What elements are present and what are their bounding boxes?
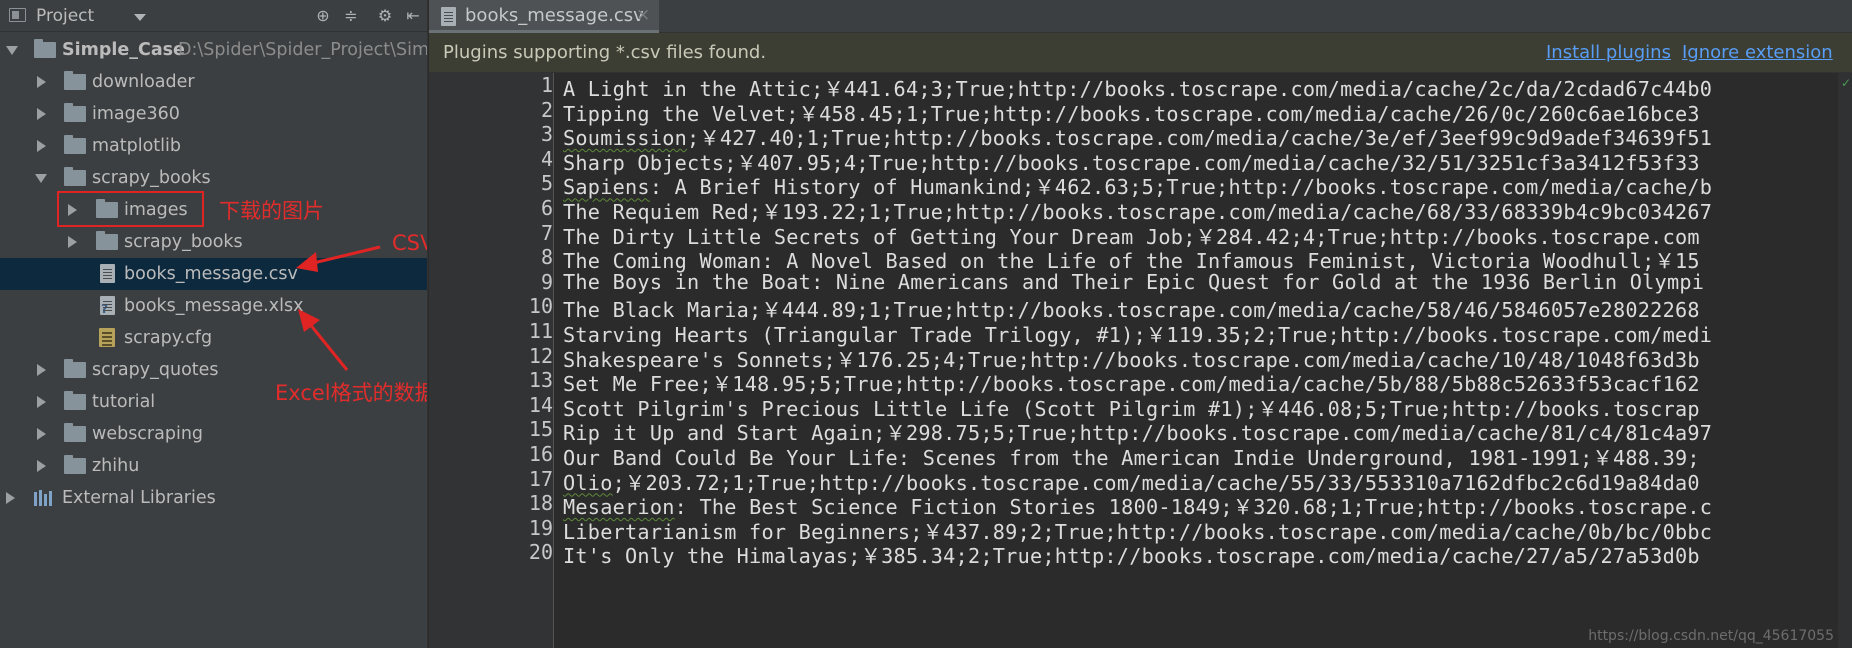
line-number: 7	[540, 220, 553, 245]
code-text: The Boys in the Boat: Nine Americans and…	[563, 269, 1705, 294]
line-number: 10	[528, 294, 553, 319]
plugin-notice-bar: Plugins supporting *.csv files found. In…	[429, 33, 1852, 73]
line-number: 20	[528, 540, 553, 565]
line-number: 5	[540, 171, 553, 196]
line-number: 8	[540, 245, 553, 270]
line-number: 3	[540, 122, 553, 147]
install-plugins-link[interactable]: Install plugins	[1546, 42, 1671, 63]
line-number: 13	[528, 368, 553, 393]
line-number: 14	[528, 392, 553, 417]
editor-tab-bar: books_message.csv ×	[429, 0, 1852, 33]
line-number: 16	[528, 442, 553, 466]
line-number: 9	[540, 269, 553, 294]
tab-books-message-csv[interactable]: books_message.csv ×	[429, 0, 659, 33]
line-number: 4	[540, 146, 553, 171]
line-number: 2	[540, 97, 553, 122]
line-number: 1	[540, 73, 553, 97]
line-number: 6	[540, 196, 553, 220]
watermark: https://blog.csdn.net/qq_45617055	[1588, 628, 1834, 644]
line-number: 12	[528, 343, 553, 368]
tab-label: books_message.csv	[465, 5, 644, 26]
ignore-extension-link[interactable]: Ignore extension	[1682, 42, 1833, 63]
check-icon: ✓	[1841, 76, 1852, 90]
line-number: 15	[528, 417, 553, 442]
text-file-icon	[441, 7, 456, 26]
plugin-notice-text: Plugins supporting *.csv files found.	[443, 42, 767, 63]
excel-arrowhead	[298, 309, 320, 332]
csv-arrowhead	[296, 252, 318, 272]
line-number: 17	[528, 466, 553, 491]
error-stripe[interactable]: ✓	[1838, 73, 1852, 648]
close-tab-icon[interactable]: ×	[636, 5, 650, 25]
code-line: The Boys in the Boat: Nine Americans and…	[563, 270, 1704, 294]
line-number: 19	[528, 515, 553, 540]
line-number: 18	[528, 491, 553, 516]
annotation-arrows	[296, 245, 381, 371]
project-panel: Project ⊕ ≑ ⚙ ⇤ Simple_Case D:\Spider\Sp…	[0, 0, 427, 648]
line-number-gutter: 1 2 3 4 5 6 7 8 9 10 11 12 13 14 15 16 17 18 19 20	[429, 73, 554, 648]
code-editor[interactable]: A Light in the Attic;￥441.64;3;True;http…	[554, 73, 1852, 648]
code-text: It's Only the Himalayas;￥385.34;2;True;h…	[563, 544, 1700, 569]
code-line: It's Only the Himalayas;￥385.34;2;True;h…	[563, 540, 1700, 569]
line-number: 11	[528, 319, 553, 343]
